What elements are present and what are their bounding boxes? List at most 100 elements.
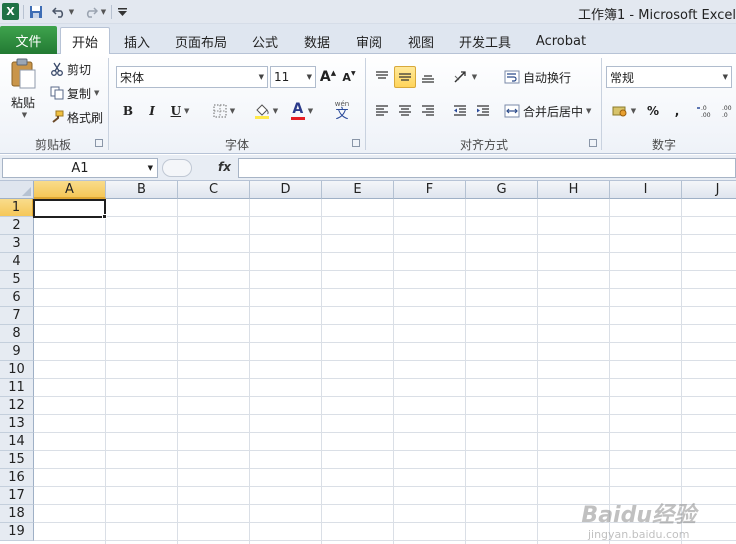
tab-review[interactable]: 审阅 — [348, 29, 390, 54]
merge-center-button[interactable]: 合并后居中 ▼ — [504, 100, 591, 122]
decrease-decimal-button[interactable]: .00.0 — [720, 100, 736, 122]
wrap-text-button[interactable]: 自动换行 — [504, 66, 571, 88]
tab-view[interactable]: 视图 — [400, 29, 442, 54]
cells-area[interactable] — [34, 199, 736, 544]
row-header-4[interactable]: 4 — [0, 253, 34, 271]
format-painter-button[interactable]: 格式刷 — [50, 108, 103, 126]
undo-icon — [51, 7, 63, 18]
customize-quick-access-button[interactable] — [116, 3, 128, 21]
increase-decimal-button[interactable]: .0.00 — [696, 100, 718, 122]
align-center-button[interactable] — [394, 100, 416, 122]
column-header-i[interactable]: I — [610, 181, 682, 199]
align-right-button[interactable] — [418, 100, 438, 122]
row-header-13[interactable]: 13 — [0, 415, 34, 433]
decrease-indent-button[interactable] — [450, 100, 470, 122]
increase-indent-icon — [477, 105, 489, 116]
row-header-8[interactable]: 8 — [0, 325, 34, 343]
select-all-button[interactable] — [0, 181, 34, 199]
tab-formulas[interactable]: 公式 — [244, 29, 286, 54]
chevron-down-icon: ▼ — [94, 89, 100, 97]
font-size-select[interactable]: 11 ▼ — [270, 66, 316, 88]
alignment-dialog-launcher[interactable] — [589, 139, 597, 147]
row-header-9[interactable]: 9 — [0, 343, 34, 361]
number-format-select[interactable]: 常规 ▼ — [606, 66, 732, 88]
chevron-down-icon: ▼ — [100, 8, 107, 16]
insert-function-button[interactable]: fx — [218, 160, 231, 174]
row-header-5[interactable]: 5 — [0, 271, 34, 289]
align-top-button[interactable] — [372, 66, 392, 88]
tab-home[interactable]: 开始 — [60, 27, 110, 55]
excel-logo-icon[interactable]: X — [2, 3, 19, 20]
column-header-a[interactable]: A — [34, 181, 106, 199]
row-header-14[interactable]: 14 — [0, 433, 34, 451]
formula-cancel-enter-area[interactable] — [162, 159, 192, 177]
tab-insert[interactable]: 插入 — [116, 29, 158, 54]
font-color-button[interactable]: A ▼ — [286, 100, 318, 122]
currency-icon — [612, 106, 627, 117]
active-cell-a1[interactable] — [33, 199, 106, 218]
tab-developer[interactable]: 开发工具 — [452, 29, 518, 54]
font-name-select[interactable]: 宋体 ▼ — [116, 66, 268, 88]
copy-button[interactable]: 复制 ▼ — [50, 84, 99, 102]
clipboard-dialog-launcher[interactable] — [95, 139, 103, 147]
column-header-h[interactable]: H — [538, 181, 610, 199]
ribbon: 粘贴 ▼ 剪切 复制 ▼ 格式刷 剪贴板 宋体 ▼ 11 ▼ A ▲ A ▼ B I — [0, 54, 736, 154]
redo-button[interactable]: ▼ — [82, 3, 108, 21]
comma-style-button[interactable]: , — [666, 100, 688, 122]
shrink-font-button[interactable]: A ▼ — [340, 66, 358, 88]
tab-page-layout[interactable]: 页面布局 — [168, 29, 234, 54]
grow-font-button[interactable]: A ▲ — [319, 66, 337, 88]
percent-style-button[interactable]: % — [642, 100, 664, 122]
row-header-3[interactable]: 3 — [0, 235, 34, 253]
column-header-c[interactable]: C — [178, 181, 250, 199]
name-box-value: A1 — [71, 160, 89, 176]
tab-data[interactable]: 数据 — [296, 29, 338, 54]
column-header-b[interactable]: B — [106, 181, 178, 199]
cut-button[interactable]: 剪切 — [50, 60, 91, 78]
row-header-19[interactable]: 19 — [0, 523, 34, 541]
tab-acrobat[interactable]: Acrobat — [528, 29, 594, 54]
italic-button[interactable]: I — [142, 100, 162, 122]
paste-button[interactable]: 粘贴 ▼ — [6, 58, 40, 122]
row-header-6[interactable]: 6 — [0, 289, 34, 307]
orientation-button[interactable]: ▼ — [450, 66, 480, 88]
fill-handle[interactable] — [102, 214, 107, 219]
formula-input[interactable] — [238, 158, 736, 178]
row-header-18[interactable]: 18 — [0, 505, 34, 523]
name-box[interactable]: A1 ▼ — [2, 158, 158, 178]
row-header-7[interactable]: 7 — [0, 307, 34, 325]
row-header-16[interactable]: 16 — [0, 469, 34, 487]
row-header-17[interactable]: 17 — [0, 487, 34, 505]
row-header-15[interactable]: 15 — [0, 451, 34, 469]
row-header-12[interactable]: 12 — [0, 397, 34, 415]
title-bar: X ▼ ▼ 工作簿1 - Microsoft Excel — [0, 0, 736, 24]
merge-center-icon — [504, 104, 520, 118]
borders-button[interactable]: ▼ — [208, 100, 240, 122]
baidu-watermark: Baidu经验 jingyan.baidu.com — [581, 505, 696, 541]
bold-button[interactable]: B — [118, 100, 138, 122]
align-left-button[interactable] — [372, 100, 392, 122]
border-icon — [213, 104, 227, 118]
column-header-g[interactable]: G — [466, 181, 538, 199]
column-header-e[interactable]: E — [322, 181, 394, 199]
chevron-down-icon: ▼ — [586, 107, 592, 115]
undo-button[interactable]: ▼ — [50, 3, 76, 21]
row-header-10[interactable]: 10 — [0, 361, 34, 379]
save-button[interactable] — [28, 3, 44, 21]
phonetic-guide-button[interactable]: wén 文 — [327, 100, 357, 122]
row-header-1[interactable]: 1 — [0, 199, 34, 217]
font-dialog-launcher[interactable] — [352, 139, 360, 147]
divider — [111, 5, 112, 19]
increase-indent-button[interactable] — [473, 100, 493, 122]
column-header-j[interactable]: J — [682, 181, 736, 199]
row-header-2[interactable]: 2 — [0, 217, 34, 235]
fill-color-button[interactable]: ▼ — [250, 100, 282, 122]
row-header-11[interactable]: 11 — [0, 379, 34, 397]
tab-file[interactable]: 文件 — [0, 26, 57, 54]
accounting-format-button[interactable]: ▼ — [608, 100, 640, 122]
column-header-f[interactable]: F — [394, 181, 466, 199]
align-bottom-button[interactable] — [418, 66, 438, 88]
underline-button[interactable]: U ▼ — [166, 100, 194, 122]
align-middle-button[interactable] — [394, 66, 416, 88]
column-header-d[interactable]: D — [250, 181, 322, 199]
